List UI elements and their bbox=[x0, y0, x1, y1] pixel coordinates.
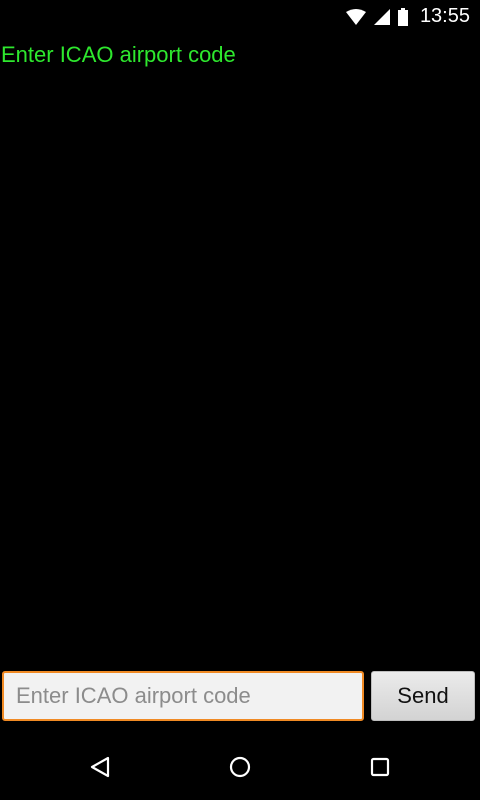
back-icon bbox=[89, 756, 111, 783]
wifi-icon bbox=[345, 8, 366, 25]
app-screen: 13:55 Enter ICAO airport code Send bbox=[0, 0, 480, 800]
recents-button[interactable] bbox=[360, 752, 400, 786]
send-button[interactable]: Send bbox=[371, 671, 475, 721]
status-icons: 13:55 bbox=[345, 0, 470, 33]
icao-code-input[interactable] bbox=[2, 671, 364, 721]
cell-signal-icon bbox=[373, 8, 390, 25]
recents-icon bbox=[370, 757, 390, 782]
nav-bar bbox=[0, 738, 480, 800]
home-button[interactable] bbox=[220, 752, 260, 786]
status-bar: 13:55 bbox=[0, 0, 480, 33]
back-button[interactable] bbox=[80, 752, 120, 786]
battery-icon bbox=[397, 7, 408, 26]
input-row: Send bbox=[0, 669, 480, 723]
prompt-label: Enter ICAO airport code bbox=[1, 42, 236, 67]
home-icon bbox=[229, 756, 251, 783]
status-time: 13:55 bbox=[419, 5, 470, 27]
